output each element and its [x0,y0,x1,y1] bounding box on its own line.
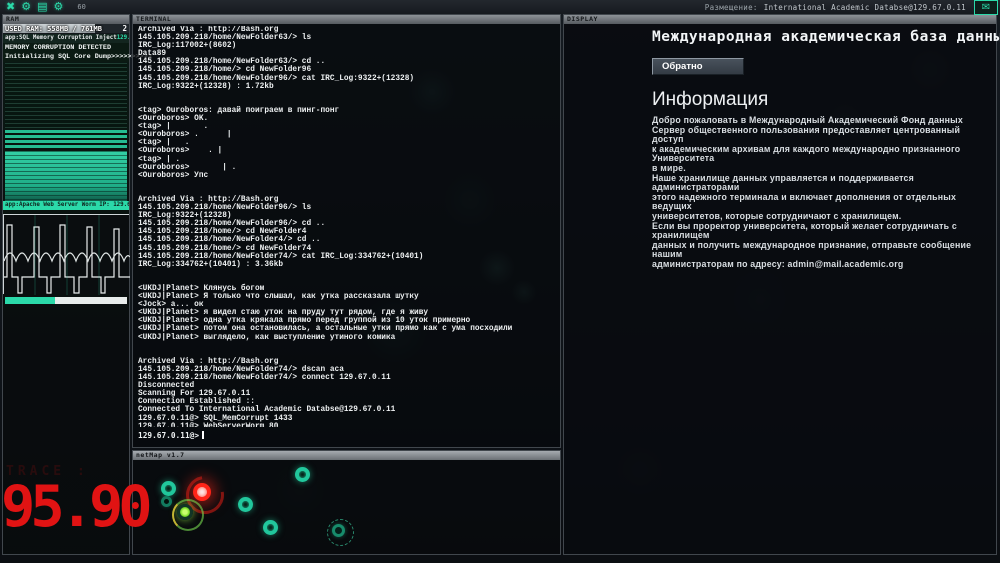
running-app-web-worm[interactable]: app:Apache Web Server Worm IP: 129.67.0.… [3,201,129,210]
memory-block-table [5,130,127,150]
terminal-panel: TERMINAL Archived Via : http://Bash.org … [132,14,561,448]
ram-panel-header: RAM [3,15,129,24]
terminal-panel-header: TERMINAL [133,15,560,24]
netmap-node[interactable] [161,481,176,496]
top-bar: ✖ ⚙ ▤ ⚙ 60 Размещение: International Acad… [0,0,1000,15]
display-panel-header: DISPLAY [564,15,996,24]
netmap-node-target[interactable] [193,483,211,501]
netmap-node-active[interactable] [172,499,204,531]
display-panel: DISPLAY Международная академическая база… [563,14,1000,555]
display-content: Международная академическая база данных … [652,25,1000,270]
memory-corruption-status: MEMORY CORRUPTION DETECTED Initializing … [3,43,152,62]
server-title: Международная академическая база данных [652,29,1000,45]
location-label: Размещение: [704,2,758,12]
terminal-cursor [202,431,204,439]
worm-waveform-display [3,214,131,295]
netmap-node[interactable] [161,496,172,507]
sql-core-dump-output [5,63,127,129]
envelope-icon[interactable]: ✉ [974,0,998,15]
ram-queue-count: 2 [122,24,127,33]
terminal-prompt-line[interactable]: 129.67.0.11@> [138,431,204,440]
app-sql-label: app:SQL Memory Corruption Inject [5,35,117,41]
netmap-panel: netMap v1.7 [132,450,561,555]
fps-counter: 60 [77,3,86,11]
notes-icon[interactable]: ▤ [37,1,47,13]
info-heading: Информация [652,89,769,110]
ram-usage-bar: USED RAM: 558MB / 761MB 2 [3,24,129,34]
server-banner-art [566,25,649,552]
running-app-sql-corrupt[interactable]: app:SQL Memory Corruption Inject129.67.0… [3,34,129,43]
close-icon[interactable]: ✖ [6,1,15,13]
netmap-node[interactable] [327,519,354,546]
gear-icon[interactable]: ⚙ [54,1,64,13]
netmap-node[interactable] [238,497,253,512]
info-text: Добро пожаловать в Международный Академи… [652,115,972,269]
app-sql-ip: 129.67.0.11 [116,35,129,41]
app-worm-label: app:Apache Web Server Worm IP: 129.67.0.… [5,202,129,208]
ram-usage-text: USED RAM: 558MB / 761MB [5,25,102,33]
connected-location: Размещение: International Academic Databs… [705,3,966,12]
terminal-prompt: 129.67.0.11@> [138,431,200,440]
netmap-panel-header: netMap v1.7 [133,451,560,460]
trace-percent: 95.90 [1,474,153,540]
gear-icon[interactable]: ⚙ [21,1,31,13]
worm-progress-bar [5,297,127,304]
worm-progress-fill [5,297,56,304]
corrupted-memory-visual [5,151,127,201]
netmap-node[interactable] [295,467,310,482]
back-button[interactable]: Обратно [652,58,744,75]
netmap-node[interactable] [263,520,278,535]
terminal-output: Archived Via : http://Bash.org 145.105.2… [138,26,513,427]
location-value: International Academic Databse@129.67.0.… [763,2,966,12]
waveform-graphic [3,215,131,295]
